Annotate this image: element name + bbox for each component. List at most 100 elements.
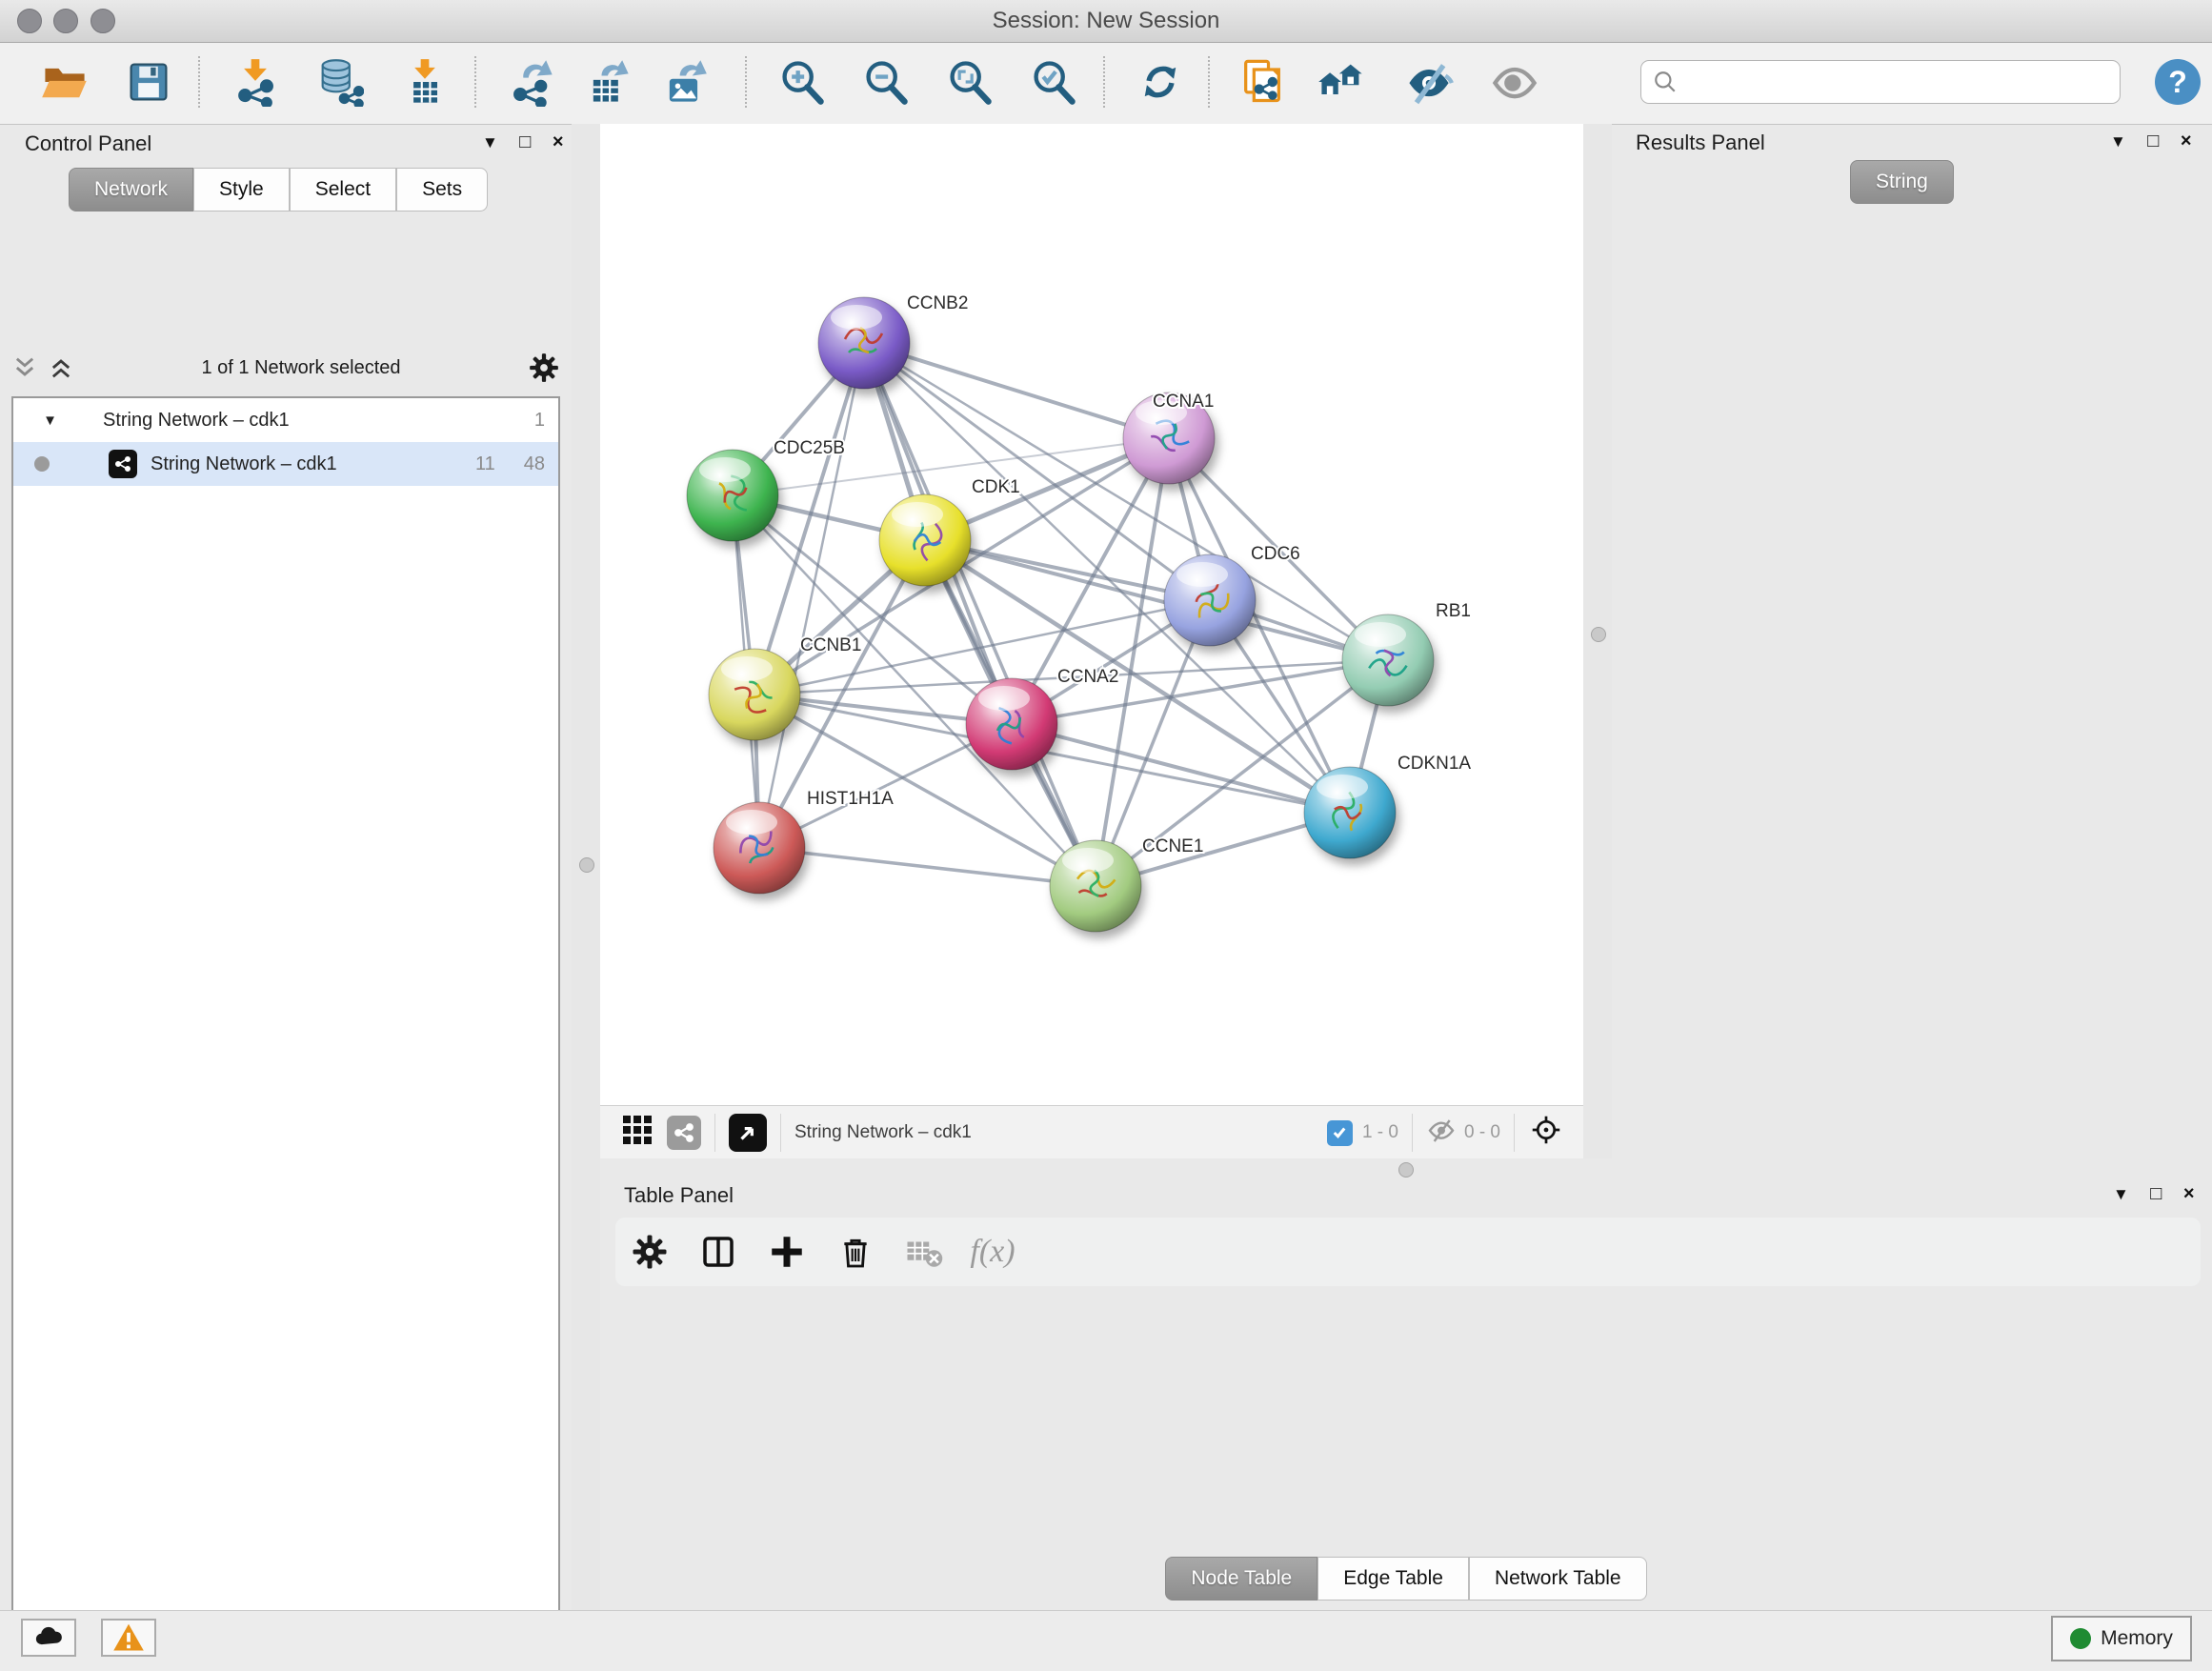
node-HIST1H1A[interactable]: HIST1H1A — [714, 789, 894, 894]
zoom-in-button[interactable] — [774, 52, 831, 111]
edge-CCNB2-CCNE1[interactable] — [864, 343, 1096, 886]
panel-close-icon[interactable]: × — [2181, 131, 2192, 151]
table-toolbar: f(x) — [615, 1218, 2201, 1286]
export-network-button[interactable] — [503, 52, 560, 111]
splitter-grip[interactable] — [1591, 627, 1606, 642]
panel-undock-icon[interactable]: □ — [519, 131, 531, 152]
network-canvas[interactable]: CCNB2CCNA1CDC25BCDK1CDC6RB1CCNB1CCNA2CDK… — [600, 124, 1583, 1105]
panel-close-icon[interactable]: × — [2183, 1183, 2195, 1204]
birdseye-view-icon[interactable] — [729, 1114, 767, 1152]
zoom-in-icon — [777, 57, 827, 107]
window-title: Session: New Session — [0, 0, 2212, 42]
edge-CCNB2-HIST1H1A[interactable] — [759, 343, 864, 848]
tab-style[interactable]: Style — [193, 168, 290, 211]
export-table-button[interactable] — [579, 52, 636, 111]
network-status-dot — [34, 456, 50, 472]
export-image-button[interactable] — [655, 52, 713, 111]
network-row-selected[interactable]: String Network – cdk1 11 48 — [13, 442, 558, 486]
splitter-grip[interactable] — [579, 857, 594, 873]
edge-CDK1-RB1[interactable] — [925, 540, 1388, 660]
panel-float-icon[interactable]: ▼ — [482, 133, 498, 151]
search-icon — [1653, 70, 1678, 94]
node-CCNB1[interactable]: CCNB1 — [709, 635, 861, 740]
tab-node-table[interactable]: Node Table — [1165, 1557, 1317, 1601]
memory-button[interactable]: Memory — [2051, 1616, 2192, 1661]
fit-selected-crosshair-icon[interactable] — [1528, 1112, 1564, 1154]
cloud-icon — [32, 1621, 65, 1654]
network-edge-count: 48 — [524, 453, 545, 475]
tab-network[interactable]: Network — [69, 168, 193, 211]
node-CDK1[interactable]: CDK1 — [879, 477, 1020, 586]
edge-HIST1H1A-CCNE1[interactable] — [759, 848, 1096, 886]
export-network-icon — [507, 57, 556, 107]
node-CCNA1[interactable]: CCNA1 — [1123, 392, 1215, 484]
tab-select[interactable]: Select — [290, 168, 396, 211]
warning-icon — [111, 1621, 146, 1655]
delete-table-icon[interactable] — [890, 1232, 958, 1272]
hide-selected-button[interactable] — [1400, 52, 1458, 111]
node-CCNB2[interactable]: CCNB2 — [818, 293, 968, 389]
zoom-fit-button[interactable] — [941, 52, 998, 111]
function-builder-button[interactable]: f(x) — [958, 1234, 1027, 1270]
import-network-from-database-button[interactable] — [311, 52, 368, 111]
panel-close-icon[interactable]: × — [553, 131, 564, 152]
show-columns-icon[interactable] — [684, 1232, 753, 1272]
add-column-icon[interactable] — [753, 1232, 821, 1272]
table-panel: Table Panel ▼ □ × — [600, 1181, 2212, 1610]
panel-undock-icon[interactable]: □ — [2147, 131, 2159, 151]
import-table-button[interactable] — [396, 52, 453, 111]
node-CDC25B[interactable]: CDC25B — [687, 438, 845, 541]
table-options-gear-icon[interactable] — [615, 1233, 684, 1271]
panel-float-icon[interactable]: ▼ — [2113, 1185, 2129, 1203]
first-neighbors-button[interactable] — [1313, 52, 1370, 111]
cloud-status-button[interactable] — [21, 1619, 76, 1657]
help-button[interactable]: ? — [2155, 59, 2201, 105]
grid-mode-icon[interactable] — [621, 1114, 654, 1152]
node-label-CCNA1: CCNA1 — [1153, 392, 1214, 412]
delete-column-icon[interactable] — [821, 1233, 890, 1271]
search-input[interactable] — [1687, 70, 2120, 94]
panel-float-icon[interactable]: ▼ — [2110, 132, 2126, 151]
search-box[interactable] — [1640, 60, 2121, 104]
eye-slash-icon — [1404, 57, 1454, 107]
node-label-CCNE1: CCNE1 — [1142, 836, 1203, 856]
clone-network-button[interactable] — [1234, 52, 1291, 111]
zoom-selected-icon — [1029, 57, 1078, 107]
hidden-eye-icon[interactable] — [1426, 1115, 1457, 1151]
right-splitter[interactable] — [1583, 124, 1612, 1158]
open-file-button[interactable] — [36, 52, 93, 111]
show-all-button[interactable] — [1486, 52, 1543, 111]
node-CCNE1[interactable]: CCNE1 — [1050, 836, 1203, 932]
network-node-count: 11 — [475, 453, 495, 475]
selected-checkbox-icon[interactable] — [1327, 1120, 1353, 1146]
splitter-grip[interactable] — [1398, 1162, 1414, 1178]
edge-CCNB2-CCNA1[interactable] — [864, 343, 1169, 438]
network-collection-row[interactable]: ▼ String Network – cdk1 1 — [13, 398, 558, 442]
import-network-button[interactable] — [227, 52, 284, 111]
table-panel-controls: ▼ □ × — [2096, 1183, 2195, 1205]
warnings-button[interactable] — [101, 1619, 156, 1657]
tab-sets[interactable]: Sets — [396, 168, 488, 211]
collection-expand-icon[interactable]: ▼ — [13, 413, 57, 429]
selected-counts: 1 - 0 — [1362, 1122, 1398, 1143]
refresh-view-button[interactable] — [1132, 52, 1189, 111]
results-panel-title: Results Panel — [1636, 131, 1765, 155]
panel-undock-icon[interactable]: □ — [2150, 1183, 2162, 1204]
toolbar-separator — [198, 56, 200, 108]
network-options-gear-icon[interactable] — [528, 352, 560, 384]
left-splitter[interactable] — [572, 124, 600, 1610]
tab-string[interactable]: String — [1850, 160, 1954, 204]
node-RB1[interactable]: RB1 — [1342, 601, 1471, 706]
database-icon — [314, 57, 364, 107]
node-label-CDK1: CDK1 — [972, 477, 1020, 497]
save-session-button[interactable] — [120, 52, 177, 111]
network-view-icon[interactable] — [667, 1116, 701, 1150]
node-label-RB1: RB1 — [1436, 601, 1471, 621]
tab-network-table[interactable]: Network Table — [1469, 1557, 1647, 1601]
expand-all-icon[interactable] — [48, 354, 74, 381]
zoom-selected-button[interactable] — [1025, 52, 1082, 111]
tab-edge-table[interactable]: Edge Table — [1317, 1557, 1469, 1601]
zoom-out-button[interactable] — [857, 52, 915, 111]
horizontal-splitter[interactable] — [600, 1158, 2212, 1181]
collapse-all-icon[interactable] — [11, 354, 38, 381]
